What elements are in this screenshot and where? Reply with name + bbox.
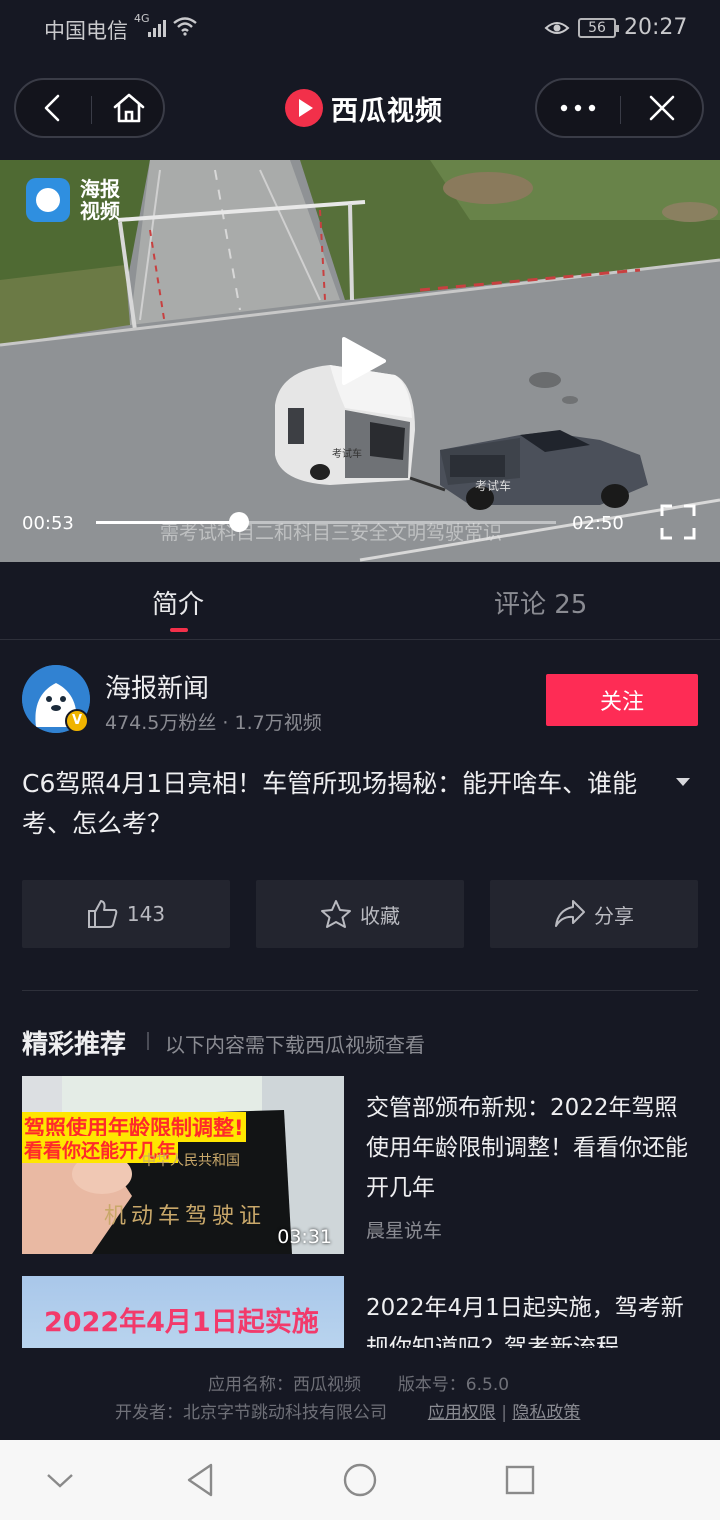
system-back-button[interactable] xyxy=(180,1460,220,1500)
favorite-button[interactable]: 收藏 xyxy=(256,880,464,948)
follow-button[interactable]: 关注 xyxy=(546,674,698,726)
more-button[interactable] xyxy=(541,80,615,136)
more-dots-icon xyxy=(560,104,596,112)
privacy-link[interactable]: 隐私政策 xyxy=(512,1403,580,1423)
close-icon xyxy=(649,95,675,121)
favorite-label: 收藏 xyxy=(360,903,400,928)
square-recents-icon xyxy=(505,1465,535,1495)
recommend-separator xyxy=(147,1032,149,1050)
nav-left-group xyxy=(14,78,165,138)
play-button[interactable] xyxy=(338,336,388,386)
nav-divider xyxy=(620,96,621,124)
home-icon xyxy=(113,93,145,123)
permissions-link[interactable]: 应用权限 xyxy=(428,1403,496,1423)
recommend-heading: 精彩推荐 xyxy=(22,1030,127,1060)
signal-icon xyxy=(148,20,166,37)
back-button[interactable] xyxy=(16,80,90,136)
star-icon xyxy=(321,900,351,928)
tab-active-indicator xyxy=(170,628,188,632)
recommend-item-2[interactable]: 2022年4月1日起实施 2022年4月1日起实施，驾考新规你知道吗？驾考新流程 xyxy=(0,1276,720,1348)
app-name: 西瓜视频 xyxy=(331,95,443,127)
progress-bar[interactable] xyxy=(96,512,556,532)
watermark-logo-icon xyxy=(26,178,70,222)
back-arrow-icon xyxy=(44,94,60,122)
fullscreen-button[interactable] xyxy=(660,504,696,540)
license-cover-text-2: 机动车驾驶证 xyxy=(104,1204,267,1229)
system-recents-button[interactable] xyxy=(500,1460,540,1500)
circle-home-icon xyxy=(343,1463,377,1497)
recommend-title-2[interactable]: 2022年4月1日起实施，驾考新规你知道吗？驾考新流程 xyxy=(366,1288,696,1348)
footer-separator: | xyxy=(501,1403,507,1423)
recommend-note: 以下内容需下载西瓜视频查看 xyxy=(165,1033,425,1057)
app-name-line: 应用名称：西瓜视频 xyxy=(208,1375,361,1395)
verified-badge: V xyxy=(65,709,89,733)
progress-fill xyxy=(96,521,239,524)
system-home-button[interactable] xyxy=(340,1460,380,1500)
author-stats: 474.5万粉丝 · 1.7万视频 xyxy=(105,712,322,734)
play-logo-icon xyxy=(285,89,323,127)
clock: 20:27 xyxy=(624,15,688,40)
tab-intro-label: 简介 xyxy=(152,590,205,620)
wifi-icon xyxy=(173,17,197,36)
footer: 应用名称：西瓜视频 版本号：6.5.0 开发者：北京字节跳动科技有限公司 应用权… xyxy=(0,1348,720,1440)
tab-intro[interactable]: 简介 xyxy=(152,584,205,632)
fullscreen-icon xyxy=(660,504,696,540)
current-time: 00:53 xyxy=(22,513,74,534)
like-count: 143 xyxy=(126,902,166,926)
play-icon xyxy=(342,337,386,385)
watermark-text-1: 海报 xyxy=(80,177,120,201)
hide-keyboard-button[interactable] xyxy=(40,1460,80,1500)
carrier-name: 中国电信 xyxy=(44,19,128,43)
like-button[interactable]: 143 xyxy=(22,880,230,948)
share-icon xyxy=(555,900,585,927)
eye-comfort-icon xyxy=(544,22,570,34)
thumbs-up-icon xyxy=(87,900,118,928)
progress-knob[interactable] xyxy=(229,512,249,532)
section-divider xyxy=(22,990,698,991)
video-duration: 03:31 xyxy=(277,1226,332,1248)
battery-level: 56 xyxy=(578,18,619,38)
author-name[interactable]: 海报新闻 xyxy=(105,668,209,705)
app-logo: 西瓜视频 xyxy=(285,88,443,128)
caravan-label: 考试车 xyxy=(332,447,362,460)
avatar[interactable]: V xyxy=(22,665,90,733)
close-button[interactable] xyxy=(625,80,699,136)
share-button[interactable]: 分享 xyxy=(490,880,698,948)
pickup-label: 考试车 xyxy=(475,478,511,493)
version-line: 版本号：6.5.0 xyxy=(397,1375,510,1395)
tab-comments-label: 评论 25 xyxy=(494,590,588,620)
video-player[interactable]: 考试车 考试车 海报 视频 xyxy=(0,160,720,562)
triangle-back-icon xyxy=(187,1463,213,1497)
recommend-thumbnail-1[interactable]: 驾照使用年龄限制调整! 看看你还能开几年 中华人民共和国 机动车驾驶证 03:3… xyxy=(22,1076,344,1254)
recommend-thumbnail-2[interactable]: 2022年4月1日起实施 xyxy=(22,1276,344,1348)
thumb-caption-3: 2022年4月1日起实施 xyxy=(44,1307,319,1338)
developer-line: 开发者：北京字节跳动科技有限公司 xyxy=(115,1403,387,1423)
duration: 02:50 xyxy=(572,513,624,534)
expand-caret-icon[interactable] xyxy=(676,778,690,786)
watermark-text-2: 视频 xyxy=(80,199,120,223)
nav-right-group xyxy=(535,78,704,138)
home-button[interactable] xyxy=(92,80,166,136)
chevron-down-icon xyxy=(47,1474,73,1488)
license-cover-text-1: 中华人民共和国 xyxy=(142,1153,240,1169)
recommend-title-1[interactable]: 交管部颁布新规：2022年驾照使用年龄限制调整！看看你还能开几年 xyxy=(366,1088,696,1208)
video-title: C6驾照4月1日亮相！车管所现场揭秘：能开啥车、谁能考、怎么考？ xyxy=(22,769,638,838)
tab-bar: 简介 评论 25 xyxy=(0,562,720,640)
status-bar: 中国电信 4G 56 20:27 xyxy=(0,0,720,56)
recommend-author-1: 晨星说车 xyxy=(366,1220,443,1242)
watermark: 海报 视频 xyxy=(26,178,120,222)
system-nav-bar xyxy=(0,1440,720,1520)
tab-comments[interactable]: 评论 25 xyxy=(494,584,587,621)
share-label: 分享 xyxy=(594,903,634,928)
